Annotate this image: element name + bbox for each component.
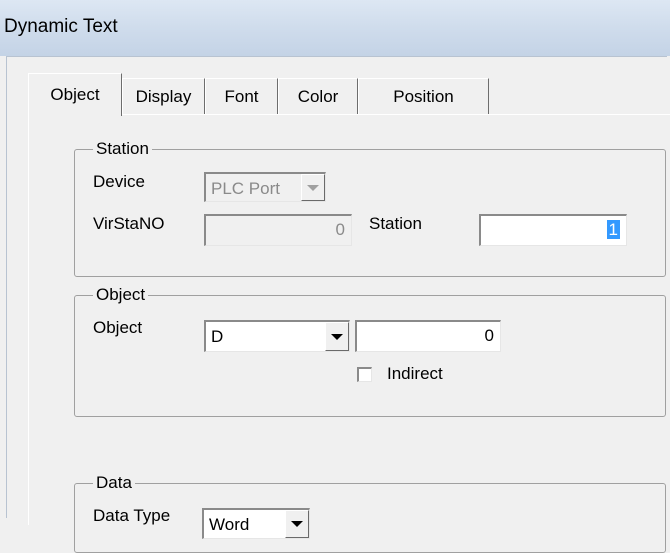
object-label: Object: [93, 318, 143, 337]
tab-object-label: Object: [50, 85, 100, 104]
chevron-down-icon: [307, 184, 319, 191]
data-type-select[interactable]: Word: [202, 508, 310, 539]
virstano-label: VirStaNO: [93, 214, 165, 233]
tab-font-label: Font: [224, 87, 259, 106]
data-group-title: Data: [93, 473, 135, 493]
data-group: Data Data Type Word: [74, 473, 666, 553]
object-address-value: 0: [484, 326, 494, 345]
virstano-value: 0: [335, 220, 345, 239]
station-value: 1: [606, 220, 620, 240]
data-type-value: Word: [209, 515, 250, 534]
device-label: Device: [93, 172, 145, 191]
object-group: Object Object D 0 Indirect: [74, 285, 666, 417]
title-bar: Dynamic Text: [0, 0, 670, 56]
object-address-field[interactable]: 0: [355, 320, 501, 352]
station-group: Station Device PLC Port VirStaNO 0 Stati…: [74, 139, 666, 277]
station-value-text: 1: [606, 220, 620, 239]
station-field[interactable]: 1: [479, 214, 627, 246]
tab-object[interactable]: Object: [28, 73, 122, 116]
device-select[interactable]: PLC Port: [204, 172, 326, 202]
tab-position[interactable]: Position: [358, 78, 489, 114]
tab-display-label: Display: [135, 87, 192, 106]
object-type-dropdown-button[interactable]: [325, 322, 349, 351]
device-value: PLC Port: [211, 179, 280, 198]
station-label: Station: [369, 214, 422, 233]
tab-panel-object: Station Device PLC Port VirStaNO 0 Stati…: [28, 114, 670, 553]
dialog-body: Object Display Font Color Position Stati…: [6, 56, 670, 553]
window-title: Dynamic Text: [4, 16, 118, 37]
object-type-select[interactable]: D: [204, 320, 350, 352]
tab-color[interactable]: Color: [278, 78, 358, 114]
tab-display[interactable]: Display: [122, 78, 205, 114]
indirect-label: Indirect: [387, 364, 443, 383]
station-group-title: Station: [93, 139, 152, 159]
device-dropdown-button[interactable]: [301, 174, 325, 201]
chevron-down-icon: [331, 333, 343, 340]
tab-position-label: Position: [393, 87, 454, 106]
object-group-title: Object: [93, 285, 149, 305]
data-type-label: Data Type: [93, 506, 171, 525]
virstano-field[interactable]: 0: [204, 214, 352, 246]
object-type-value: D: [211, 327, 224, 346]
data-type-dropdown-button[interactable]: [285, 510, 309, 538]
tab-color-label: Color: [297, 87, 339, 106]
tab-font[interactable]: Font: [205, 78, 278, 114]
indirect-checkbox[interactable]: [357, 367, 372, 382]
chevron-down-icon: [291, 521, 303, 527]
